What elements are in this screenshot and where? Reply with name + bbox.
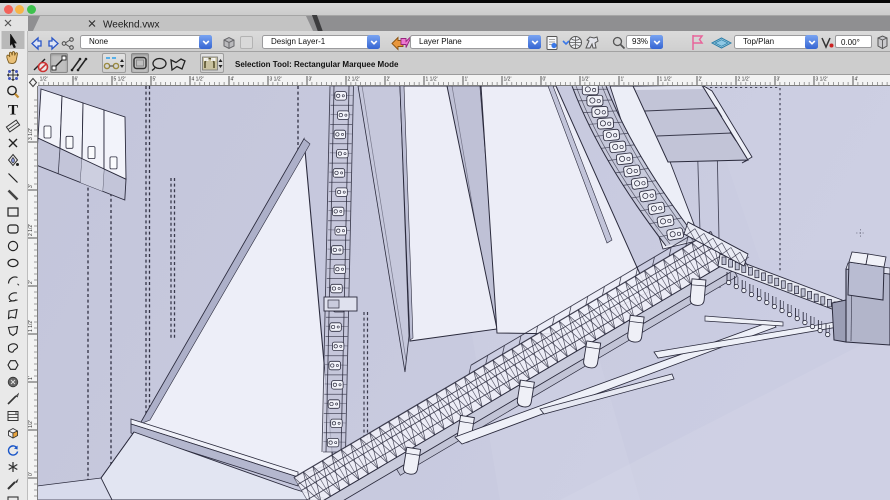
svg-text:3 1/2': 3 1/2' — [270, 77, 282, 83]
svg-text:0': 0' — [543, 77, 547, 83]
svg-text:2': 2' — [699, 77, 703, 83]
svg-text:2': 2' — [387, 77, 391, 83]
svg-text:1/2': 1/2' — [582, 77, 590, 83]
svg-text:2 1/2': 2 1/2' — [738, 77, 750, 83]
svg-text:5': 5' — [153, 77, 157, 83]
svg-text:1': 1' — [621, 77, 625, 83]
svg-text:5 1/2': 5 1/2' — [114, 77, 126, 83]
svg-text:2 1/2': 2 1/2' — [28, 224, 34, 236]
svg-text:2': 2' — [28, 280, 34, 284]
svg-text:1 1/2': 1 1/2' — [426, 77, 438, 83]
svg-text:2 1/2': 2 1/2' — [348, 77, 360, 83]
svg-text:1': 1' — [28, 376, 34, 380]
svg-text:T: T — [8, 103, 18, 119]
svg-text:3': 3' — [28, 184, 34, 188]
svg-text:1': 1' — [465, 77, 469, 83]
svg-text:4': 4' — [855, 77, 859, 83]
svg-text:0': 0' — [28, 472, 34, 476]
svg-text:4': 4' — [231, 77, 235, 83]
svg-text:1 1/2': 1 1/2' — [28, 320, 34, 332]
svg-text:6': 6' — [75, 77, 79, 83]
svg-text:1 1/2': 1 1/2' — [660, 77, 672, 83]
svg-text:1/2': 1/2' — [28, 420, 34, 428]
svg-text:Weeknd.vwx: Weeknd.vwx — [103, 20, 160, 31]
svg-text:1/2': 1/2' — [504, 77, 512, 83]
svg-text:3': 3' — [777, 77, 781, 83]
svg-text:3 1/2': 3 1/2' — [28, 128, 34, 140]
svg-text:4 1/2': 4 1/2' — [192, 77, 204, 83]
svg-text:3 1/2': 3 1/2' — [816, 77, 828, 83]
svg-text:3': 3' — [309, 77, 313, 83]
